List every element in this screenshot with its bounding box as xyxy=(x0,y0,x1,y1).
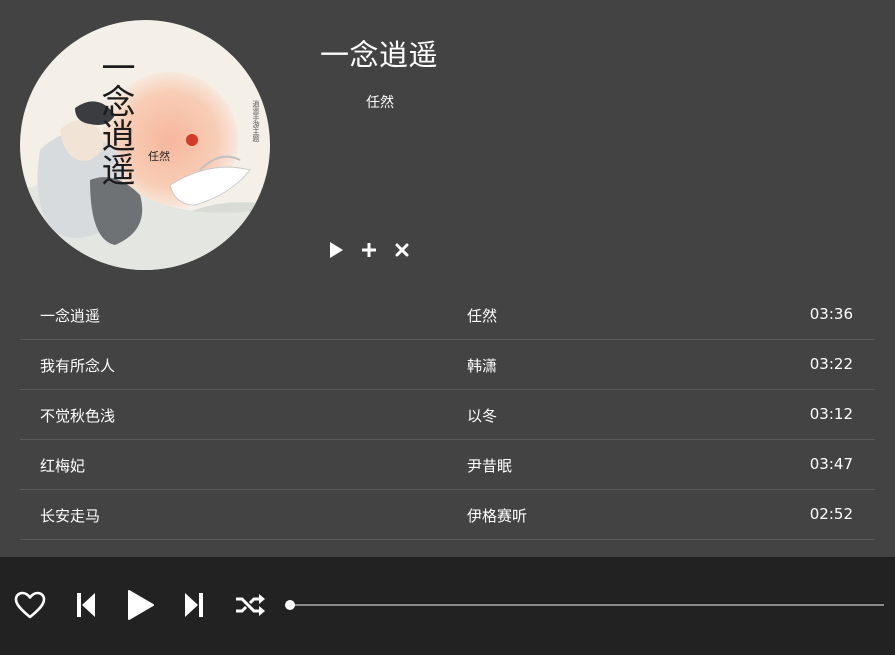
table-row[interactable]: 长安走马 伊格赛听 02:52 xyxy=(20,490,875,540)
track-duration: 02:52 xyxy=(809,505,853,523)
cover-artist-text: 任然 xyxy=(148,149,170,163)
track-artist: 伊格赛听 xyxy=(467,507,528,525)
track-title: 我有所念人 xyxy=(40,357,116,375)
track-title: 红梅妃 xyxy=(40,457,86,475)
table-row[interactable]: 不觉秋色浅 以冬 03:12 xyxy=(20,390,875,440)
table-row[interactable]: 红梅妃 尹昔眠 03:47 xyxy=(20,440,875,490)
close-icon xyxy=(395,243,409,257)
like-button[interactable] xyxy=(13,588,47,622)
play-button[interactable] xyxy=(123,588,157,622)
track-duration: 03:36 xyxy=(809,305,853,323)
song-actions xyxy=(326,240,425,260)
table-row[interactable]: 我有所念人 韩潇 03:22 xyxy=(20,340,875,390)
next-icon xyxy=(185,593,203,617)
track-artist: 尹昔眠 xyxy=(467,457,513,475)
player-bar xyxy=(0,557,895,655)
previous-icon xyxy=(77,593,95,617)
previous-button[interactable] xyxy=(69,588,103,622)
add-song-button[interactable] xyxy=(359,240,379,260)
shuffle-icon xyxy=(236,594,265,616)
table-row[interactable]: 一念逍遥 任然 03:36 xyxy=(20,290,875,340)
track-title: 一念逍遥 xyxy=(40,307,101,325)
next-button[interactable] xyxy=(177,588,211,622)
heart-icon xyxy=(14,591,46,619)
track-duration: 03:12 xyxy=(809,405,853,423)
track-artist: 任然 xyxy=(467,307,498,325)
play-icon xyxy=(128,590,154,620)
track-duration: 03:22 xyxy=(809,355,853,373)
play-icon xyxy=(330,242,343,258)
track-artist: 以冬 xyxy=(467,407,498,425)
track-list: 一念逍遥 任然 03:36 我有所念人 韩潇 03:22 不觉秋色浅 以冬 03… xyxy=(20,290,875,540)
shuffle-button[interactable] xyxy=(233,588,267,622)
track-artist: 韩潇 xyxy=(467,357,498,375)
remove-song-button[interactable] xyxy=(392,240,412,260)
track-title: 长安走马 xyxy=(40,507,101,525)
track-duration: 03:47 xyxy=(809,455,853,473)
song-title: 一念逍遥 xyxy=(320,38,439,72)
play-song-button[interactable] xyxy=(326,240,346,260)
cover-tag-text: 逍遥手游主题 xyxy=(252,99,260,143)
song-artist: 任然 xyxy=(366,95,394,111)
progress-bar[interactable] xyxy=(285,600,884,610)
track-title: 不觉秋色浅 xyxy=(40,407,116,425)
progress-handle[interactable] xyxy=(285,600,295,610)
album-cover: 一念逍遥 任然 逍遥手游主题 xyxy=(20,20,270,270)
plus-icon xyxy=(362,243,376,257)
cover-calligraphy: 一念逍遥 xyxy=(95,50,135,186)
